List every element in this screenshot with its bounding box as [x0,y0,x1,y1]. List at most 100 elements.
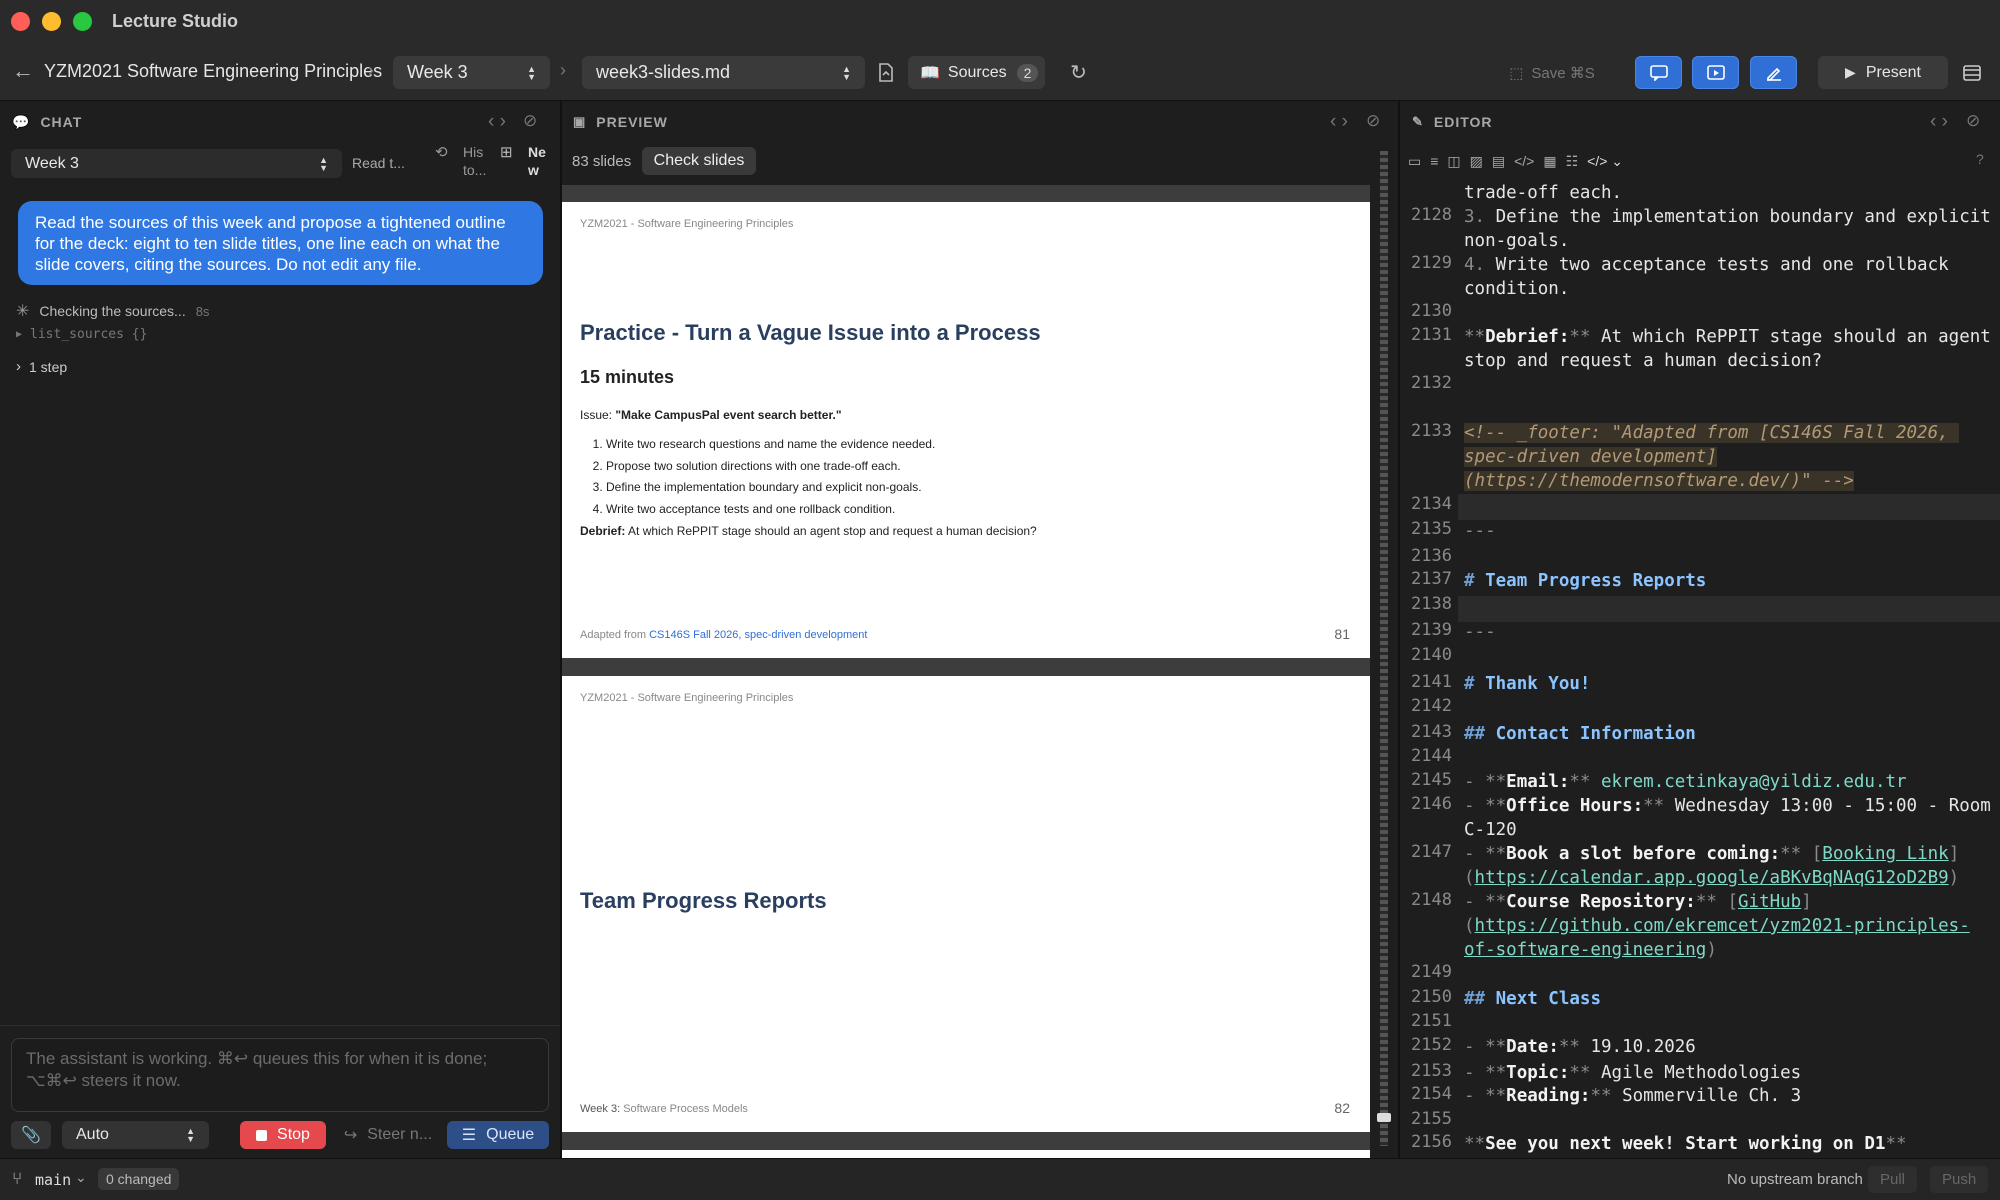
branch-icon: ⑂ [12,1169,23,1188]
scrollbar-thumb[interactable] [1377,1113,1391,1122]
code-line[interactable]: - **Book a slot before coming:** [Bookin… [1464,842,1994,890]
hide-eye-icon[interactable]: ⊘ [1966,111,1980,131]
image-icon[interactable]: ▨ [1470,153,1483,170]
slide-82[interactable]: YZM2021 - Software Engineering Principle… [562,676,1370,1132]
new-chat-icon[interactable]: ⊞ [500,143,513,161]
code-line[interactable]: **Debrief:** At which RePPIT stage shoul… [1464,325,1994,373]
grid-icon[interactable]: ▦ [1543,153,1556,170]
steps-toggle[interactable]: › 1 step [16,358,67,375]
close-window-button[interactable] [11,12,30,31]
code-line[interactable]: - **Reading:** Sommerville Ch. 3 [1464,1084,1994,1108]
refresh-button[interactable]: ↻ [1062,56,1095,89]
hide-eye-icon[interactable]: ⊘ [523,111,537,131]
toggle-preview-button[interactable] [1692,56,1739,89]
back-arrow-icon[interactable]: ← [12,58,34,84]
push-button[interactable]: Push [1930,1166,1989,1193]
mode-select[interactable]: Auto ▲ ▼ [62,1121,209,1149]
slide-note-icon[interactable]: ▭ [1408,153,1421,170]
code-line[interactable]: - **Topic:** Agile Methodologies [1464,1061,1994,1085]
line-number: 2144 [1411,746,1452,766]
code-line[interactable]: 3. Define the implementation boundary an… [1464,205,1994,253]
session-select[interactable]: Week 3 ▲ ▼ [11,149,342,178]
tool-call-text: list_sources {} [30,327,148,342]
slide-83[interactable] [562,1150,1370,1158]
collapse-chevrons-icon[interactable]: ‹ › [488,111,506,133]
line-number: 2151 [1411,1011,1452,1031]
help-icon[interactable]: ? [1976,151,1984,167]
chat-input[interactable]: The assistant is working. ⌘↩ queues this… [11,1038,549,1112]
footer-link[interactable]: CS146S Fall 2026, spec-driven developmen… [649,629,867,641]
list-item: Define the implementation boundary and e… [606,477,935,499]
columns-icon[interactable]: ◫ [1447,153,1460,170]
checklist-icon[interactable]: ☷ [1566,153,1579,170]
save-label: Save ⌘S [1531,64,1595,82]
code-line[interactable]: - **Office Hours:** Wednesday 13:00 - 15… [1464,794,1994,842]
hide-eye-icon[interactable]: ⊘ [1366,111,1380,131]
check-slides-button[interactable]: Check slides [642,147,756,175]
code-line[interactable]: ## Contact Information [1464,722,1994,746]
code-line[interactable]: # Thank You! [1464,672,1994,696]
slides-scroll-area[interactable]: YZM2021 - Software Engineering Principle… [562,185,1370,1158]
code-line[interactable]: - **Date:** 19.10.2026 [1464,1035,1994,1059]
list-format-icon[interactable]: ≡ [1430,153,1438,169]
attach-button[interactable]: 📎 [11,1121,51,1149]
line-number: 2146 [1411,794,1452,814]
week-select[interactable]: Week 3 ▲ ▼ [393,56,550,89]
tool-call[interactable]: ▶ list_sources {} [16,327,147,342]
code-line[interactable]: # Team Progress Reports [1464,569,1994,593]
footer-text: Software Process Models [623,1103,748,1115]
save-button[interactable]: ⬚ Save ⌘S [1497,56,1607,89]
code-dropdown-icon[interactable]: </> ⌄ [1587,153,1623,170]
slide-header: YZM2021 - Software Engineering Principle… [580,218,794,230]
minimize-window-button[interactable] [42,12,61,31]
save-icon: ⬚ [1509,64,1524,82]
collapse-chevrons-icon[interactable]: ‹ › [1330,111,1348,133]
changed-badge[interactable]: 0 changed [98,1168,180,1190]
maximize-window-button[interactable] [73,12,92,31]
book-icon: 📖 [920,64,940,82]
pull-button[interactable]: Pull [1868,1166,1918,1193]
debrief-label: Debrief: [580,524,626,538]
layout-icon [1963,64,1981,81]
spinner-icon: ✳ [16,303,30,320]
chat-panel: 💬 CHAT ‹ › ⊘ Week 3 ▲ ▼ Read t... ⟲ His t… [0,101,560,1158]
stop-button[interactable]: Stop [240,1121,326,1149]
history-icon[interactable]: ⟲ [435,143,448,161]
code-line[interactable]: **See you next week! Start working on D1… [1464,1132,1994,1156]
steer-button[interactable]: ↪ Steer n... [338,1121,438,1149]
present-button[interactable]: ▶ Present [1818,56,1948,89]
line-number: 2150 [1411,987,1452,1007]
code-line[interactable]: ## Next Class [1464,987,1994,1011]
read-button[interactable]: Read t... [352,155,405,171]
code-icon[interactable]: </> [1514,153,1534,169]
queue-button[interactable]: ☰ Queue [447,1121,549,1149]
code-line[interactable]: - **Email:** ekrem.cetinkaya@yildiz.edu.… [1464,770,1994,794]
slide-issue: Issue: "Make CampusPal event search bett… [580,408,842,422]
slide-81[interactable]: YZM2021 - Software Engineering Principle… [562,202,1370,658]
code-line[interactable]: <!-- _footer: "Adapted from [CS146S Fall… [1464,421,1994,493]
code-line[interactable]: 4. Write two acceptance tests and one ro… [1464,253,1994,301]
layout-button[interactable] [1957,56,1987,89]
collapse-chevrons-icon[interactable]: ‹ › [1930,111,1948,133]
line-number: 2129 [1411,253,1452,273]
table-insert-icon[interactable]: ▤ [1492,153,1505,170]
code-line[interactable]: - **Course Repository:** [GitHub](https:… [1464,890,1994,962]
preview-scrollbar[interactable] [1380,151,1388,1146]
paperclip-icon: 📎 [21,1127,41,1144]
toggle-chat-button[interactable] [1635,56,1682,89]
line-number: 2141 [1411,672,1452,692]
file-sync-button[interactable] [872,56,900,89]
sources-button[interactable]: 📖 Sources 2 [908,56,1045,89]
file-select[interactable]: week3-slides.md ▲ ▼ [582,56,865,89]
chevron-down-icon[interactable]: ⌄ [75,1169,87,1186]
code-area[interactable]: trade-off each. 2128 3. Define the impleme… [1400,181,2000,1158]
new-chat-button[interactable]: Ne w [528,143,552,179]
code-line[interactable]: --- [1464,519,1994,543]
code-line[interactable]: trade-off each. [1464,181,1994,205]
branch-selector[interactable]: main [35,1171,71,1189]
code-line[interactable]: --- [1464,620,1994,644]
line-number: 2128 [1411,205,1452,225]
history-button[interactable]: His to... [463,143,497,179]
course-breadcrumb[interactable]: YZM2021 Software Engineering Principles [44,61,382,82]
toggle-editor-button[interactable] [1750,56,1797,89]
